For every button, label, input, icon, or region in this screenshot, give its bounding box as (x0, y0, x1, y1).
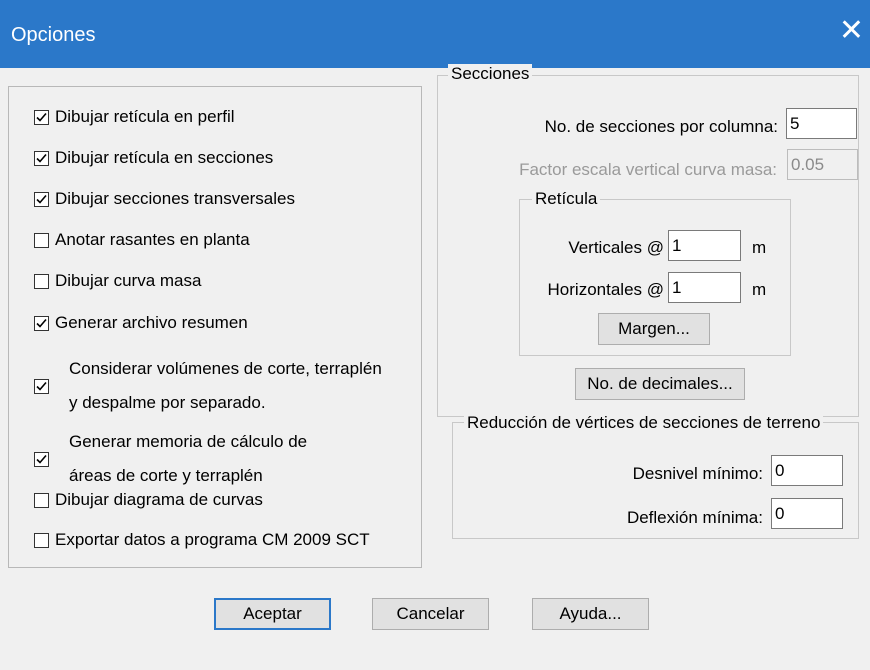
option-row[interactable]: Exportar datos a programa CM 2009 SCT (34, 530, 370, 550)
option-row[interactable]: Generar archivo resumen (34, 313, 248, 333)
option-row[interactable]: Generar memoria de cálculo de áreas de co… (34, 425, 307, 493)
checkbox-unchecked[interactable] (34, 492, 49, 508)
option-row[interactable]: Considerar volúmenes de corte, terraplén… (34, 352, 382, 420)
option-row[interactable]: Dibujar secciones transversales (34, 189, 295, 209)
option-row[interactable]: Dibujar retícula en perfil (34, 107, 235, 127)
desnivel-input[interactable] (771, 455, 843, 486)
horizontales-input[interactable] (668, 272, 741, 303)
accept-button[interactable]: Aceptar (214, 598, 331, 630)
checkbox-checked[interactable] (34, 315, 49, 331)
option-label: Dibujar retícula en secciones (55, 148, 274, 167)
option-label-line: Generar memoria de cálculo de (69, 432, 308, 451)
checkbox-unchecked[interactable] (34, 532, 49, 548)
options-dialog: Opciones ✕ Dibujar retícula en perfil Dib… (0, 0, 870, 670)
checkbox-checked[interactable] (34, 451, 49, 467)
help-button[interactable]: Ayuda... (532, 598, 649, 630)
horizontales-unit: m (752, 280, 767, 299)
dialog-title: Opciones (11, 24, 96, 46)
checkbox-checked[interactable] (34, 150, 49, 166)
horizontales-label: Horizontales @ (547, 280, 664, 299)
margen-button[interactable]: Margen... (598, 313, 710, 345)
per-column-label: No. de secciones por columna: (544, 117, 778, 136)
checkbox-unchecked[interactable] (34, 273, 49, 289)
option-label-line: áreas de corte y terraplén (69, 466, 263, 485)
option-label: Dibujar diagrama de curvas (55, 490, 263, 509)
title-bar: Opciones ✕ (0, 0, 870, 68)
checkbox-checked[interactable] (34, 191, 49, 207)
reduccion-group-title: Reducción de vértices de secciones de te… (464, 413, 824, 433)
checkbox-checked[interactable] (34, 378, 49, 394)
option-label: Generar archivo resumen (55, 313, 248, 332)
option-label: Anotar rasantes en planta (55, 230, 250, 249)
secciones-group-title: Secciones (448, 64, 533, 84)
reticula-group-title: Retícula (532, 189, 601, 209)
deflexion-input[interactable] (771, 498, 843, 529)
decimales-button[interactable]: No. de decimales... (575, 368, 745, 400)
checkbox-checked[interactable] (34, 109, 49, 125)
option-row[interactable]: Anotar rasantes en planta (34, 230, 250, 250)
option-label: Dibujar curva masa (55, 271, 202, 290)
cancel-button[interactable]: Cancelar (372, 598, 489, 630)
option-row[interactable]: Dibujar diagrama de curvas (34, 490, 263, 510)
close-icon[interactable]: ✕ (839, 16, 864, 46)
verticales-input[interactable] (668, 230, 741, 261)
checkbox-unchecked[interactable] (34, 232, 49, 248)
per-column-input[interactable] (786, 108, 857, 139)
factor-label: Factor escala vertical curva masa: (519, 160, 777, 179)
option-label: Dibujar secciones transversales (55, 189, 295, 208)
option-row[interactable]: Dibujar retícula en secciones (34, 148, 273, 168)
option-row[interactable]: Dibujar curva masa (34, 271, 201, 291)
desnivel-label: Desnivel mínimo: (632, 464, 763, 483)
option-label-line: y despalme por separado. (69, 393, 266, 412)
factor-input (787, 149, 858, 180)
option-label: Considerar volúmenes de corte, terraplén… (69, 352, 382, 420)
verticales-label: Verticales @ (568, 238, 664, 257)
option-label: Exportar datos a programa CM 2009 SCT (55, 530, 370, 549)
deflexion-label: Deflexión mínima: (626, 508, 763, 527)
option-label-line: Considerar volúmenes de corte, terraplén (69, 359, 382, 378)
option-label: Generar memoria de cálculo de áreas de co… (69, 425, 307, 493)
option-label: Dibujar retícula en perfil (55, 107, 235, 126)
verticales-unit: m (752, 238, 767, 257)
